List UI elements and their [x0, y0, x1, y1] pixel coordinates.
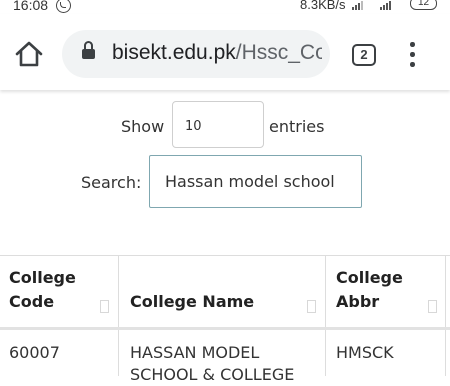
tab-count: 2 — [360, 47, 368, 62]
header-line: College — [336, 268, 403, 287]
signal-icon — [380, 0, 391, 10]
search-label: Search: — [81, 173, 142, 192]
column-header-college-abbr[interactable]: College Abbr — [326, 256, 450, 327]
cell-college-name-line1: HASSAN MODEL — [130, 343, 260, 362]
entries-value: 10 — [185, 119, 202, 134]
status-bar: 16:08 8.3KB/s 12 — [0, 0, 450, 14]
entries-label: entries — [269, 117, 325, 136]
header-line: College — [9, 268, 76, 287]
tab-switcher-button[interactable]: 2 — [352, 44, 376, 66]
cell-college-abbr: HMSCK — [336, 343, 394, 362]
status-time: 16:08 — [13, 0, 49, 13]
sort-icon — [100, 300, 109, 313]
lock-icon — [82, 41, 95, 60]
header-line: Abbr — [336, 292, 380, 311]
url-text[interactable]: bisekt.edu.pk/Hssc_Co — [112, 41, 322, 65]
cell-college-code: 60007 — [9, 343, 60, 362]
show-label: Show — [121, 117, 165, 136]
network-speed: 8.3KB/s — [300, 0, 346, 12]
header-line: College Name — [130, 292, 255, 311]
battery-level: 12 — [417, 0, 430, 8]
column-divider — [445, 256, 446, 376]
header-divider — [0, 327, 450, 330]
signal-icon — [352, 0, 363, 10]
entries-select[interactable]: 10 — [172, 101, 264, 148]
url-domain: bisekt.edu.pk — [112, 41, 236, 64]
page-content: Show 10 entries Search: Hassan model sch… — [0, 90, 450, 384]
home-button[interactable] — [14, 40, 44, 68]
column-header-college-name[interactable]: College Name — [119, 256, 325, 327]
sort-icon — [307, 300, 316, 313]
browser-toolbar: bisekt.edu.pk/Hssc_Co 2 — [0, 14, 450, 90]
column-header-college-code[interactable]: College Code — [0, 256, 118, 327]
home-icon — [15, 41, 43, 67]
search-input[interactable]: Hassan model school — [149, 155, 362, 208]
more-options-button[interactable] — [408, 42, 416, 68]
colleges-table: College Code College Name College Abbr 6… — [0, 255, 450, 384]
battery-icon: 12 — [410, 0, 437, 10]
url-path: /Hssc_Co — [235, 41, 322, 64]
sort-icon — [428, 300, 437, 313]
header-line: Code — [9, 292, 55, 311]
cell-college-name-line2: SCHOOL & COLLEGE — [130, 365, 295, 384]
address-bar[interactable]: bisekt.edu.pk/Hssc_Co — [62, 30, 330, 78]
whatsapp-icon — [56, 0, 71, 13]
search-value: Hassan model school — [165, 172, 335, 191]
